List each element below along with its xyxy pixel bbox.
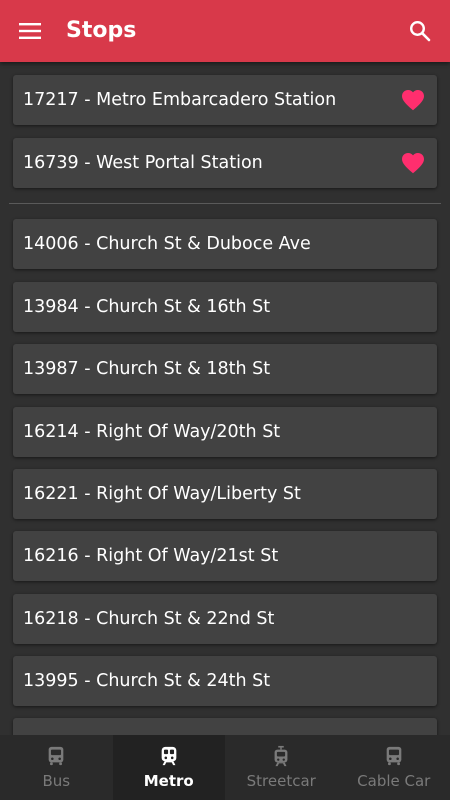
stop-card[interactable]: 16218 - Church St & 22nd St (13, 594, 437, 644)
tram-icon (274, 745, 288, 767)
stop-label: 13987 - Church St & 18th St (23, 359, 271, 379)
stop-card[interactable]: 13987 - Church St & 18th St (13, 344, 437, 394)
nav-item-cable-car[interactable]: Cable Car (338, 735, 450, 800)
favorite-stop-card[interactable]: 17217 - Metro Embarcadero Station (13, 75, 437, 125)
stop-card[interactable]: 16221 - Right Of Way/Liberty St (13, 469, 437, 519)
heart-icon[interactable] (401, 152, 425, 174)
cable-car-icon (386, 746, 402, 766)
stop-card[interactable]: 13984 - Church St & 16th St (13, 282, 437, 332)
stop-card[interactable]: 13995 - Church St & 24th St (13, 656, 437, 706)
favorite-stop-card[interactable]: 16739 - West Portal Station (13, 138, 437, 188)
stop-label: 16216 - Right Of Way/21st St (23, 546, 279, 566)
menu-icon (19, 23, 41, 39)
stop-label: 16218 - Church St & 22nd St (23, 609, 275, 629)
stop-label: 13984 - Church St & 16th St (23, 297, 271, 317)
nav-label-metro: Metro (143, 772, 194, 790)
favorites-divider (9, 203, 441, 204)
heart-icon[interactable] (401, 89, 425, 111)
stop-card[interactable]: 16214 - Right Of Way/20th St (13, 407, 437, 457)
bus-icon (48, 746, 64, 766)
app-bar: Stops (0, 0, 450, 62)
search-icon (409, 20, 431, 42)
search-button[interactable] (402, 13, 438, 49)
nav-item-metro[interactable]: Metro (112, 735, 225, 800)
stop-label: 16221 - Right Of Way/Liberty St (23, 484, 301, 504)
stop-list[interactable]: 17217 - Metro Embarcadero Station 16739 … (0, 62, 450, 735)
nav-label-bus: Bus (42, 772, 71, 790)
page-title: Stops (66, 18, 137, 43)
stop-label: 16739 - West Portal Station (23, 153, 263, 173)
nav-item-bus[interactable]: Bus (0, 735, 113, 800)
stop-label: 16214 - Right Of Way/20th St (23, 422, 281, 442)
stop-card[interactable] (13, 718, 437, 735)
stop-label: 13995 - Church St & 24th St (23, 671, 271, 691)
stop-label: 14006 - Church St & Duboce Ave (23, 234, 311, 254)
stop-label: 17217 - Metro Embarcadero Station (23, 90, 337, 110)
nav-label-cable-car: Cable Car (357, 772, 431, 790)
nav-item-streetcar[interactable]: Streetcar (225, 735, 338, 800)
bottom-navigation: Bus Metro Streetcar Cable Car (0, 735, 450, 800)
stop-card[interactable]: 16216 - Right Of Way/21st St (13, 531, 437, 581)
nav-label-streetcar: Streetcar (246, 772, 316, 790)
stop-card[interactable]: 14006 - Church St & Duboce Ave (13, 219, 437, 269)
train-icon (161, 746, 177, 766)
menu-button[interactable] (12, 13, 48, 49)
